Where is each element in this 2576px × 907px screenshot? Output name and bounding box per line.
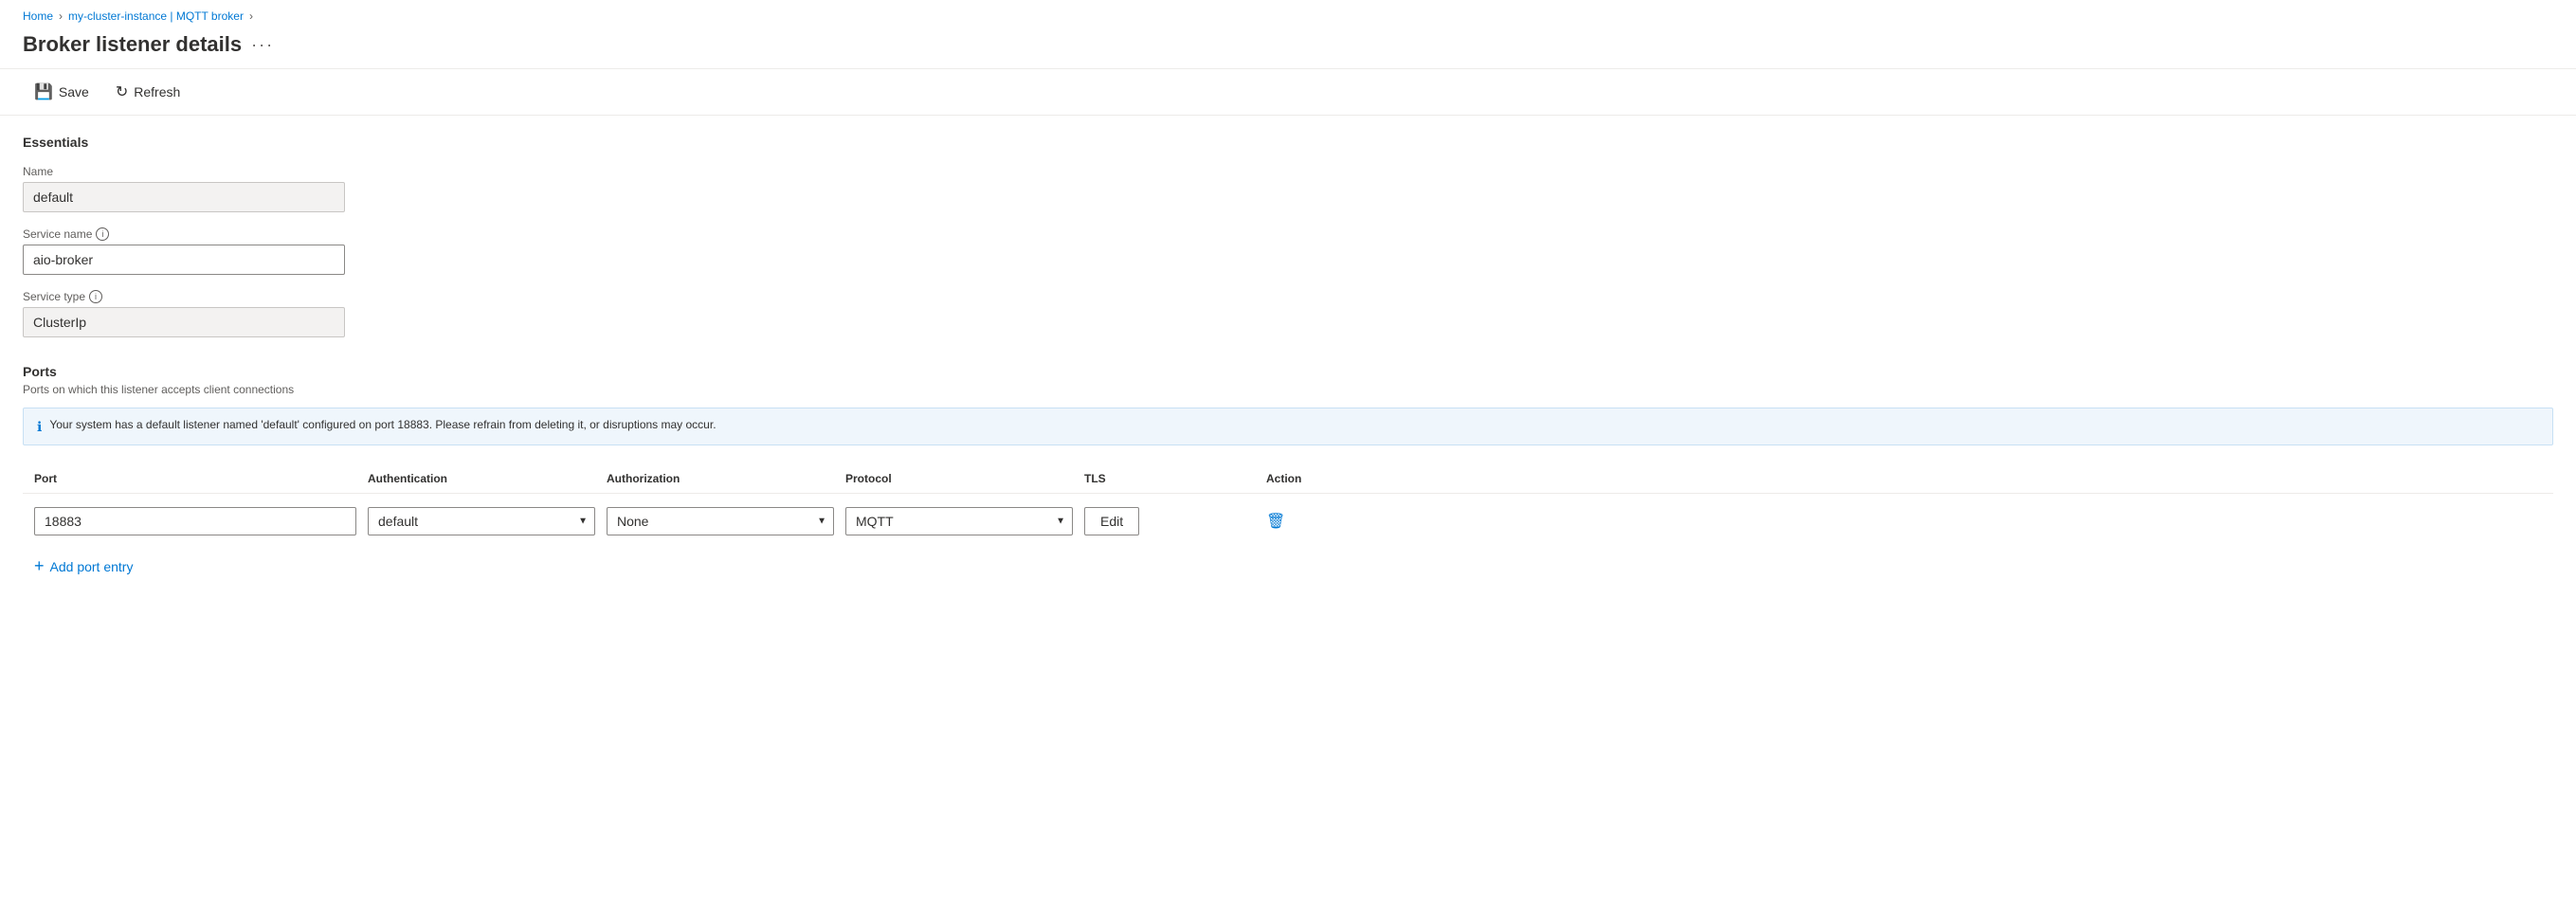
breadcrumb-cluster[interactable]: my-cluster-instance | MQTT broker [68,9,244,23]
info-banner: ℹ Your system has a default listener nam… [23,408,2553,445]
name-label: Name [23,165,2553,178]
authorization-cell: None ▼ [607,507,834,535]
col-action: Action [1266,472,1361,485]
table-row: default ▼ None ▼ MQTT ▼ [23,501,2553,541]
delete-row-icon[interactable]: 🗑 [1266,514,1285,530]
authentication-select[interactable]: default [368,507,595,535]
main-content: Essentials Name default Service name i S… [0,135,2576,622]
tls-cell: Edit [1084,507,1255,535]
ports-table-header: Port Authentication Authorization Protoc… [23,464,2553,494]
ports-subtitle: Ports on which this listener accepts cli… [23,383,2553,396]
service-name-label: Service name i [23,227,2553,241]
action-cell: 🗑 [1266,512,1361,531]
port-input[interactable] [34,507,356,535]
authorization-select[interactable]: None [607,507,834,535]
protocol-select[interactable]: MQTT [845,507,1073,535]
name-field-group: Name default [23,165,2553,212]
refresh-button[interactable]: ↻ Refresh [104,77,191,107]
authentication-cell: default ▼ [368,507,595,535]
page-title: Broker listener details [23,32,242,57]
col-authorization: Authorization [607,472,834,485]
info-banner-text: Your system has a default listener named… [49,418,716,431]
save-label: Save [59,84,89,100]
page-header: Broker listener details ··· [0,28,2576,68]
col-tls: TLS [1084,472,1255,485]
service-type-value: ClusterIp [23,307,345,337]
service-name-field-group: Service name i [23,227,2553,275]
service-name-info-icon[interactable]: i [96,227,109,241]
save-button[interactable]: 💾 Save [23,77,100,107]
service-type-field-group: Service type i ClusterIp [23,290,2553,337]
breadcrumb-home[interactable]: Home [23,9,53,23]
add-port-label: Add port entry [50,559,134,574]
ports-table: Port Authentication Authorization Protoc… [23,464,2553,541]
service-type-label: Service type i [23,290,2553,303]
add-port-plus-icon: + [34,556,45,576]
ports-title: Ports [23,364,2553,379]
breadcrumb-sep-2: › [249,9,253,23]
service-type-info-icon[interactable]: i [89,290,102,303]
refresh-label: Refresh [134,84,180,100]
breadcrumb: Home › my-cluster-instance | MQTT broker… [0,0,2576,28]
name-value: default [23,182,345,212]
refresh-icon: ↻ [116,82,128,101]
ports-section: Ports Ports on which this listener accep… [23,364,2553,584]
col-protocol: Protocol [845,472,1073,485]
save-icon: 💾 [34,82,53,101]
essentials-section: Essentials Name default Service name i S… [23,135,2553,337]
col-authentication: Authentication [368,472,595,485]
essentials-title: Essentials [23,135,2553,150]
protocol-cell: MQTT ▼ [845,507,1073,535]
add-port-button[interactable]: + Add port entry [23,549,144,584]
breadcrumb-sep-1: › [59,9,63,23]
port-cell [34,507,356,535]
more-options-icon[interactable]: ··· [251,35,274,55]
toolbar: 💾 Save ↻ Refresh [0,68,2576,116]
col-port: Port [34,472,356,485]
info-banner-icon: ℹ [37,419,42,435]
service-name-input[interactable] [23,245,345,275]
tls-edit-button[interactable]: Edit [1084,507,1139,535]
